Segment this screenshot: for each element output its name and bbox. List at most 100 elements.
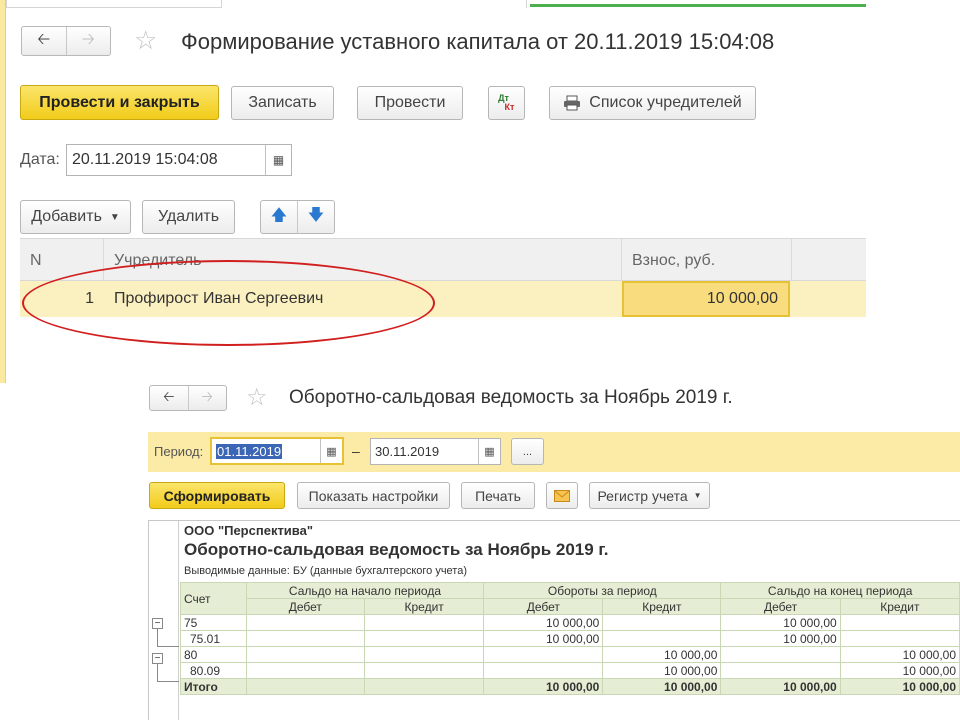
- move-down-arrow-icon[interactable]: 🡇: [298, 201, 334, 233]
- calendar-icon[interactable]: ▦: [265, 145, 291, 175]
- closing-credit-cell[interactable]: 10 000,00: [839, 646, 960, 663]
- table-row[interactable]: 75 10 000,00 10 000,00: [180, 614, 960, 631]
- period-to-value: 30.11.2019: [375, 444, 440, 459]
- page-title: Формирование уставного капитала от 20.11…: [181, 29, 775, 54]
- generate-button[interactable]: Сформировать: [149, 482, 285, 509]
- turnover-credit-cell[interactable]: [602, 614, 722, 631]
- organization-name: ООО "Перспектива": [184, 523, 314, 538]
- opening-debit-cell[interactable]: [245, 614, 365, 631]
- turnover-debit-cell[interactable]: 10 000,00: [483, 614, 604, 631]
- founders-list-button[interactable]: Список учредителей: [549, 86, 756, 120]
- post-button[interactable]: Провести: [357, 86, 463, 120]
- active-tab-indicator: [530, 4, 866, 7]
- period-from-value: 01.11.2019: [216, 443, 283, 459]
- table-header: N Учредитель Взнос, руб.: [20, 238, 866, 282]
- report-window: 🡠 🡢 ☆ Оборотно-сальдовая ведомость за Но…: [140, 373, 960, 720]
- report-heading: Оборотно-сальдовая ведомость за Ноябрь 2…: [184, 540, 609, 559]
- closing-debit-cell[interactable]: 10 000,00: [720, 630, 841, 647]
- opening-credit-cell[interactable]: [363, 662, 485, 679]
- opening-credit-cell[interactable]: [363, 614, 485, 631]
- column-group-opening: Сальдо на начало периода: [245, 582, 485, 599]
- closing-credit-cell[interactable]: [839, 630, 960, 647]
- tab-segment[interactable]: [222, 0, 527, 8]
- calendar-icon[interactable]: ▦: [320, 439, 342, 463]
- turnover-debit-cell[interactable]: 10 000,00: [483, 630, 604, 647]
- tree-line: [157, 664, 158, 681]
- period-more-button[interactable]: ...: [511, 438, 544, 465]
- date-label: Дата:: [20, 151, 60, 168]
- forward-arrow-icon[interactable]: 🡢: [66, 27, 110, 55]
- turnover-table: Счет Сальдо на начало периода Обороты за…: [180, 582, 960, 695]
- add-button[interactable]: Добавить ▼: [20, 200, 131, 234]
- period-to-field[interactable]: 30.11.2019 ▦: [370, 438, 501, 465]
- closing-debit-cell[interactable]: 10 000,00: [720, 614, 841, 631]
- forward-arrow-icon[interactable]: 🡢: [188, 386, 226, 410]
- total-turnover-credit: 10 000,00: [602, 678, 722, 695]
- total-row[interactable]: Итого 10 000,00 10 000,00 10 000,00 10 0…: [180, 678, 960, 695]
- save-button[interactable]: Записать: [231, 86, 334, 120]
- history-nav: 🡠 🡢: [149, 385, 227, 411]
- tab-segment[interactable]: [6, 0, 222, 8]
- favorite-star-icon[interactable]: ☆: [134, 27, 157, 53]
- printer-icon: [564, 95, 581, 111]
- opening-debit-cell[interactable]: [245, 646, 365, 663]
- register-button[interactable]: Регистр учета ▼: [589, 482, 710, 509]
- row-contribution[interactable]: 10 000,00: [622, 281, 790, 317]
- date-value: 20.11.2019 15:04:08: [72, 151, 218, 168]
- turnover-debit-cell[interactable]: [483, 662, 604, 679]
- turnover-credit-cell[interactable]: 10 000,00: [602, 646, 722, 663]
- closing-credit-cell[interactable]: 10 000,00: [839, 662, 960, 679]
- top-tab-strip: [0, 0, 866, 10]
- delete-button[interactable]: Удалить: [142, 200, 235, 234]
- tree-line: [157, 629, 158, 646]
- back-arrow-icon[interactable]: 🡠: [22, 27, 66, 55]
- move-up-arrow-icon[interactable]: 🡅: [261, 201, 297, 233]
- email-button[interactable]: [546, 482, 578, 509]
- column-header-contribution[interactable]: Взнос, руб.: [622, 239, 792, 282]
- opening-credit-cell[interactable]: [363, 630, 485, 647]
- show-settings-button[interactable]: Показать настройки: [297, 482, 450, 509]
- column-group-turnover: Обороты за период: [483, 582, 722, 599]
- account-cell[interactable]: 80: [180, 646, 247, 663]
- page-title: Оборотно-сальдовая ведомость за Ноябрь 2…: [289, 387, 733, 408]
- tree-line: [157, 646, 179, 647]
- envelope-icon: [554, 489, 570, 502]
- back-arrow-icon[interactable]: 🡠: [150, 386, 188, 410]
- register-button-label: Регистр учета: [597, 487, 688, 504]
- period-from-field[interactable]: 01.11.2019 ▦: [210, 437, 344, 465]
- column-header-credit: Кредит: [363, 598, 485, 615]
- turnover-credit-cell[interactable]: 10 000,00: [602, 662, 722, 679]
- opening-debit-cell[interactable]: [245, 630, 365, 647]
- column-header-credit: Кредит: [602, 598, 722, 615]
- post-and-close-button[interactable]: Провести и закрыть: [20, 85, 219, 120]
- opening-credit-cell[interactable]: [363, 646, 485, 663]
- collapse-icon[interactable]: −: [152, 618, 163, 629]
- column-header-debit: Дебет: [483, 598, 604, 615]
- turnover-credit-cell[interactable]: [602, 630, 722, 647]
- turnover-debit-cell[interactable]: [483, 646, 604, 663]
- account-cell[interactable]: 80.09: [180, 662, 247, 679]
- collapse-icon[interactable]: −: [152, 653, 163, 664]
- opening-debit-cell[interactable]: [245, 662, 365, 679]
- table-row[interactable]: 80 10 000,00 10 000,00: [180, 646, 960, 663]
- account-cell[interactable]: 75.01: [180, 630, 247, 647]
- print-button[interactable]: Печать: [461, 482, 535, 509]
- move-buttons: 🡅 🡇: [260, 200, 335, 234]
- table-row[interactable]: 1 Профирост Иван Сергеевич 10 000,00: [20, 281, 866, 317]
- table-header-row: Дебет Кредит Дебет Кредит Дебет Кредит: [181, 598, 960, 615]
- table-row[interactable]: 80.09 10 000,00 10 000,00: [180, 662, 960, 679]
- calendar-icon[interactable]: ▦: [478, 439, 500, 464]
- history-nav: 🡠 🡢: [21, 26, 111, 56]
- dt-kt-button[interactable]: Дт Кт: [488, 86, 525, 120]
- column-header-n[interactable]: N: [20, 239, 104, 282]
- row-founder[interactable]: Профирост Иван Сергеевич: [114, 281, 614, 317]
- closing-debit-cell[interactable]: [720, 646, 841, 663]
- account-cell[interactable]: 75: [180, 614, 247, 631]
- table-row[interactable]: 75.01 10 000,00 10 000,00: [180, 630, 960, 647]
- column-header-founder[interactable]: Учредитель: [104, 239, 622, 282]
- date-field[interactable]: 20.11.2019 15:04:08 ▦: [66, 144, 292, 176]
- closing-credit-cell[interactable]: [839, 614, 960, 631]
- closing-debit-cell[interactable]: [720, 662, 841, 679]
- total-opening-debit: [245, 678, 365, 695]
- favorite-star-icon[interactable]: ☆: [246, 386, 268, 410]
